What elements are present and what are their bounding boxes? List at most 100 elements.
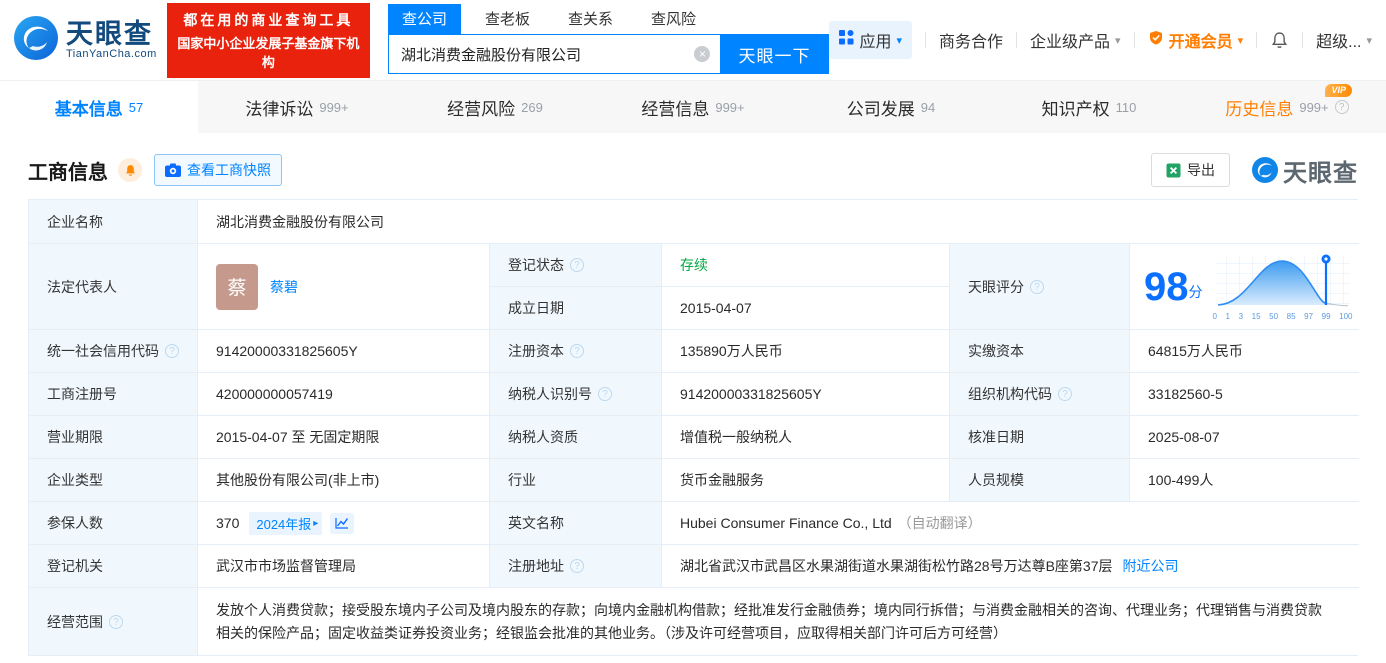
tab-label: 公司发展 xyxy=(846,99,915,119)
legal-rep-link[interactable]: 蔡碧 xyxy=(270,277,298,297)
export-button[interactable]: 导出 xyxy=(1151,153,1230,187)
value-paid-capital: 64815万人民币 xyxy=(1130,330,1359,373)
search-tab-company[interactable]: 查公司 xyxy=(387,4,461,34)
nav-enterprise-products[interactable]: 企业级产品 xyxy=(1030,28,1121,52)
tab-label: 历史信息 xyxy=(1225,99,1294,119)
value-legal-rep: 蔡 蔡碧 xyxy=(198,244,490,330)
notification-bell[interactable] xyxy=(1270,31,1289,50)
label-legal-rep: 法定代表人 xyxy=(29,244,198,330)
value-tianyan-score: 98 分 0 1 3 15 50 85 97 99 100 xyxy=(1130,244,1359,330)
divider xyxy=(1016,32,1018,48)
value-org-code: 33182560-5 xyxy=(1130,373,1359,416)
camera-icon xyxy=(165,163,181,177)
tianyancha-swirl-icon xyxy=(14,15,58,65)
nearby-companies-link[interactable]: 附近公司 xyxy=(1122,556,1178,576)
help-icon[interactable] xyxy=(570,559,584,573)
tab-basic-info[interactable]: 基本信息 57 xyxy=(0,81,198,133)
help-icon[interactable] xyxy=(1058,387,1072,401)
field-label: 天眼评分 xyxy=(968,278,1024,295)
status-badge: 存续 xyxy=(680,257,708,273)
value-insured-count: 370 2024年报 xyxy=(198,502,490,545)
search-input[interactable] xyxy=(388,35,721,73)
bell-icon xyxy=(1272,31,1288,48)
slogan-line2: 国家中小企业发展子基金旗下机构 xyxy=(177,35,360,70)
slogan-badge: 都在用的商业查询工具 国家中小企业发展子基金旗下机构 xyxy=(166,2,370,78)
auto-translate-note: （自动翻译） xyxy=(897,515,982,531)
value-industry: 货币金融服务 xyxy=(662,459,950,502)
label-taxpayer-quality: 纳税人资质 xyxy=(490,416,662,459)
field-label: 经营范围 xyxy=(47,613,103,630)
help-icon[interactable] xyxy=(598,387,612,401)
tab-count: 94 xyxy=(920,99,936,115)
search-tab-risk[interactable]: 查风险 xyxy=(637,4,710,34)
tab-count: 999+ xyxy=(715,99,745,115)
chevron-down-icon xyxy=(1115,34,1121,47)
export-label: 导出 xyxy=(1187,162,1215,178)
label-staff-size: 人员规模 xyxy=(950,459,1130,502)
label-reg-status: 登记状态 xyxy=(490,244,662,287)
label-credit-code: 统一社会信用代码 xyxy=(29,330,198,373)
field-label: 英文名称 xyxy=(508,515,564,531)
label-paid-capital: 实缴资本 xyxy=(950,330,1130,373)
value-business-term: 2015-04-07 至 无固定期限 xyxy=(198,416,490,459)
help-icon[interactable] xyxy=(570,344,584,358)
help-icon[interactable] xyxy=(1334,100,1349,114)
score-axis: 0 1 3 15 50 85 97 99 100 xyxy=(1212,311,1353,321)
field-value: 其他股份有限公司(非上市) xyxy=(216,472,380,488)
help-icon[interactable] xyxy=(1030,279,1044,294)
label-taxpayer-id: 纳税人识别号 xyxy=(490,373,662,416)
divider xyxy=(925,32,927,48)
brand-name: 天眼查 xyxy=(66,18,153,49)
snapshot-button[interactable]: 查看工商快照 xyxy=(154,154,282,186)
tab-intellectual-property[interactable]: 知识产权 110 xyxy=(990,81,1188,133)
search-tab-boss[interactable]: 查老板 xyxy=(471,4,544,34)
field-value: 91420000331825605Y xyxy=(680,386,822,402)
value-taxpayer-quality: 增值税一般纳税人 xyxy=(662,416,950,459)
value-business-scope: 发放个人消费贷款；接受股东境内子公司及境内股东的存款；向境内金融机构借款；经批准… xyxy=(198,588,1359,655)
field-label: 法定代表人 xyxy=(47,278,117,295)
help-icon[interactable] xyxy=(165,344,179,358)
enterprise-label: 企业级产品 xyxy=(1030,34,1111,51)
field-label: 纳税人资质 xyxy=(508,429,578,445)
help-icon[interactable] xyxy=(570,258,584,272)
tab-legal-litigation[interactable]: 法律诉讼 999+ xyxy=(198,81,396,133)
field-label: 纳税人识别号 xyxy=(508,386,592,402)
field-label: 工商注册号 xyxy=(47,386,117,402)
nav-open-vip[interactable]: 开通会员 xyxy=(1148,28,1244,52)
search-button[interactable]: 天眼一下 xyxy=(720,35,829,73)
nav-super-account[interactable]: 超级... xyxy=(1316,28,1372,52)
legal-rep-avatar[interactable]: 蔡 xyxy=(216,263,258,310)
tab-operation-risk[interactable]: 经营风险 269 xyxy=(396,81,594,133)
value-staff-size: 100-499人 xyxy=(1130,459,1359,502)
tab-operation-info[interactable]: 经营信息 999+ xyxy=(594,81,792,133)
tab-history-info[interactable]: VIP 历史信息 999+ xyxy=(1188,81,1386,133)
chevron-down-icon xyxy=(1366,34,1372,47)
search-tab-relation[interactable]: 查关系 xyxy=(554,4,627,34)
vip-badge: VIP xyxy=(1325,84,1352,97)
label-english-name: 英文名称 xyxy=(490,502,662,545)
chevron-down-icon xyxy=(896,34,902,47)
annual-report-tag[interactable]: 2024年报 xyxy=(249,511,323,535)
field-label: 注册地址 xyxy=(508,558,564,574)
apps-menu[interactable]: 应用 xyxy=(829,21,913,59)
top-nav: 应用 商务合作 企业级产品 开通会员 xyxy=(829,21,1372,59)
field-label: 实缴资本 xyxy=(968,343,1024,359)
label-industry: 行业 xyxy=(490,459,662,502)
trend-chart-icon[interactable] xyxy=(330,512,355,534)
tianyancha-swirl-icon xyxy=(1252,157,1278,183)
company-tabbar: 基本信息 57 法律诉讼 999+ 经营风险 269 经营信息 999+ 公司发… xyxy=(0,80,1386,133)
search-tabs: 查公司 查老板 查关系 查风险 xyxy=(387,4,830,34)
field-label: 统一社会信用代码 xyxy=(47,343,159,359)
nav-business-cooperation[interactable]: 商务合作 xyxy=(939,28,1003,52)
vip-shield-icon xyxy=(1148,30,1164,51)
label-approval-date: 核准日期 xyxy=(950,416,1130,459)
field-label: 注册资本 xyxy=(508,343,564,359)
score-distribution-chart: 0 1 3 15 50 85 97 99 100 xyxy=(1213,253,1353,321)
help-icon[interactable] xyxy=(109,614,123,629)
subscribe-bell-button[interactable] xyxy=(118,158,142,182)
label-company-type: 企业类型 xyxy=(29,459,198,502)
field-value: 2015-04-07 xyxy=(680,300,752,316)
field-value: 货币金融服务 xyxy=(680,472,764,488)
tianyancha-logo[interactable]: 天眼查 TianYanCha.com xyxy=(14,15,157,65)
tab-company-development[interactable]: 公司发展 94 xyxy=(792,81,990,133)
